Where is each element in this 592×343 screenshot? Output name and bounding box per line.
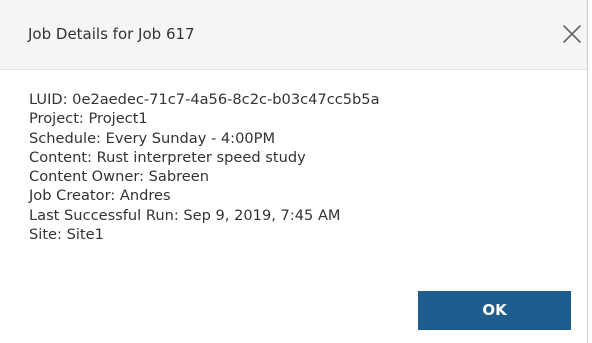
detail-job-creator: Job Creator: Andres [29,187,171,205]
ok-button[interactable]: OK [418,291,571,330]
detail-site: Site: Site1 [29,225,104,243]
detail-last-successful-run: Last Successful Run: Sep 9, 2019, 7:45 A… [29,206,341,224]
detail-luid: LUID: 0e2aedec-71c7-4a56-8c2c-b03c47cc5b… [29,91,380,108]
job-details-dialog: Job Details for Job 617 LUID: 0e2aedec-7… [0,0,588,343]
page: Job Details for Job 617 LUID: 0e2aedec-7… [0,0,592,343]
dialog-title: Job Details for Job 617 [28,25,195,43]
detail-schedule: Schedule: Every Sunday - 4:00PM [29,129,276,147]
detail-project: Project: Project1 [29,110,148,128]
detail-content-owner: Content Owner: Sabreen [29,168,209,185]
job-details-list: LUID: 0e2aedec-71c7-4a56-8c2c-b03c47cc5b… [29,90,380,244]
detail-content: Content: Rust interpreter speed study [29,148,306,166]
close-button[interactable] [558,20,586,48]
close-icon [563,25,581,43]
dialog-header: Job Details for Job 617 [0,0,587,70]
